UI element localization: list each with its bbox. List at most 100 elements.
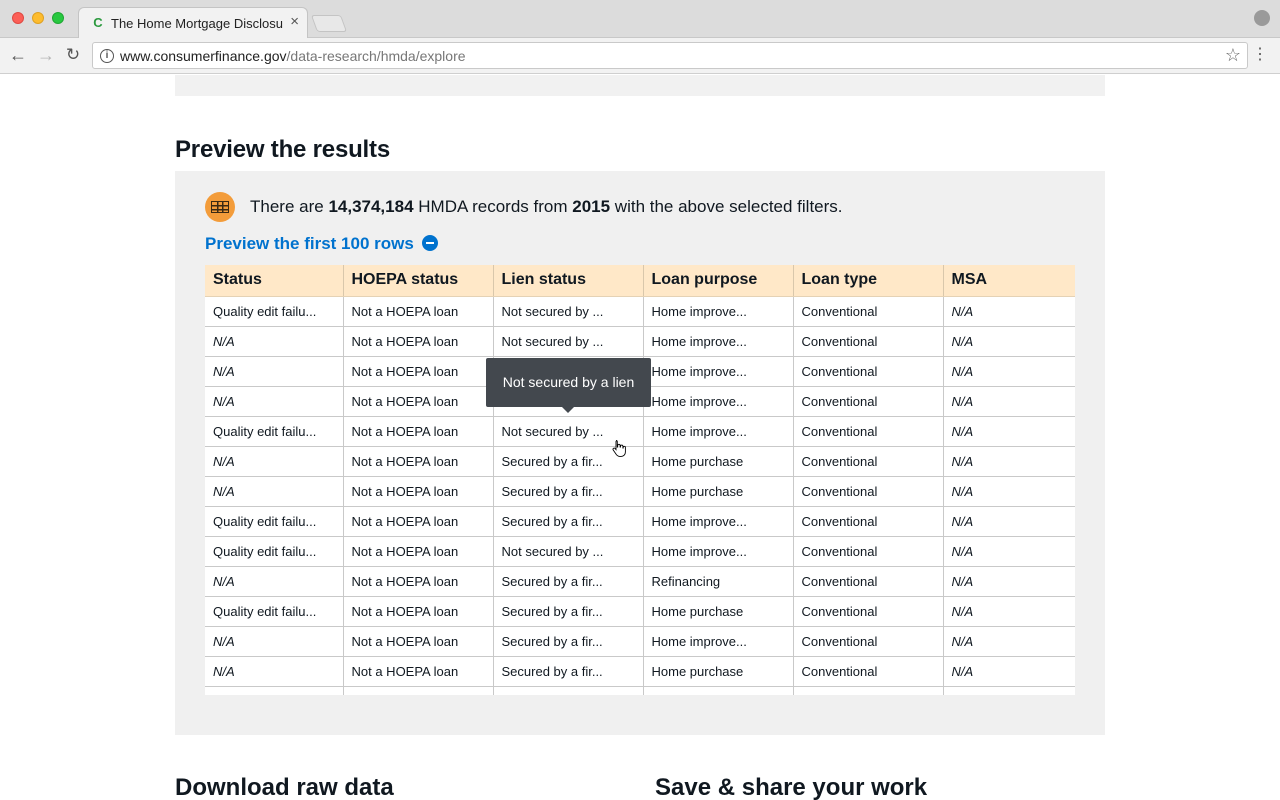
table-cell[interactable]: [343, 686, 494, 695]
table-cell[interactable]: Not a HOEPA loan: [343, 476, 494, 507]
table-cell[interactable]: Home improve...: [643, 386, 794, 417]
table-cell[interactable]: Quality edit failu...: [205, 536, 344, 567]
table-cell[interactable]: Not a HOEPA loan: [343, 566, 494, 597]
table-cell[interactable]: [205, 686, 344, 695]
table-cell[interactable]: Secured by a fir...: [493, 506, 644, 537]
table-cell[interactable]: Not a HOEPA loan: [343, 446, 494, 477]
table-cell[interactable]: Not secured by ...: [493, 296, 644, 327]
table-cell[interactable]: N/A: [943, 506, 1075, 537]
table-cell[interactable]: Quality edit failu...: [205, 596, 344, 627]
table-cell[interactable]: N/A: [943, 566, 1075, 597]
record-year: 2015: [572, 197, 611, 216]
table-cell[interactable]: N/A: [205, 566, 344, 597]
table-cell[interactable]: Not a HOEPA loan: [343, 296, 494, 327]
column-header: Loan purpose: [643, 265, 794, 297]
maximize-window-button[interactable]: [52, 12, 64, 24]
table-cell[interactable]: Home improve...: [643, 536, 794, 567]
table-cell[interactable]: Conventional: [793, 566, 944, 597]
table-cell[interactable]: Not a HOEPA loan: [343, 506, 494, 537]
table-cell[interactable]: Home improve...: [643, 326, 794, 357]
site-info-icon[interactable]: i: [100, 49, 114, 63]
browser-tab[interactable]: C The Home Mortgage Disclosure Act | Con…: [78, 7, 308, 38]
table-cell[interactable]: Home purchase: [643, 446, 794, 477]
table-cell[interactable]: [793, 686, 944, 695]
table-cell[interactable]: Home improve...: [643, 416, 794, 447]
table-cell[interactable]: N/A: [205, 386, 344, 417]
table-cell[interactable]: Conventional: [793, 536, 944, 567]
tab-close-icon[interactable]: ×: [290, 14, 299, 30]
table-cell[interactable]: [643, 686, 794, 695]
table-cell[interactable]: Refinancing: [643, 566, 794, 597]
close-window-button[interactable]: [12, 12, 24, 24]
table-cell[interactable]: N/A: [943, 446, 1075, 477]
new-tab-button[interactable]: [310, 15, 348, 32]
table-cell[interactable]: Home purchase: [643, 476, 794, 507]
table-cell[interactable]: Quality edit failu...: [205, 296, 344, 327]
table-cell[interactable]: Conventional: [793, 656, 944, 687]
table-cell[interactable]: N/A: [205, 326, 344, 357]
table-row: N/A Not a HOEPA loan Secured by a fir... Ho…: [205, 476, 1075, 507]
table-cell[interactable]: Home improve...: [643, 296, 794, 327]
table-cell[interactable]: Quality edit failu...: [205, 506, 344, 537]
table-cell[interactable]: Secured by a fir...: [493, 476, 644, 507]
profile-icon[interactable]: [1254, 10, 1270, 26]
address-bar[interactable]: i www.consumerfinance.gov/data-research/…: [92, 42, 1248, 69]
table-cell[interactable]: [493, 686, 644, 695]
table-cell[interactable]: Conventional: [793, 626, 944, 657]
preview-table-container[interactable]: Status HOEPA status Lien status Loan purpos…: [205, 265, 1075, 695]
table-cell[interactable]: Conventional: [793, 506, 944, 537]
table-cell[interactable]: [943, 686, 1075, 695]
table-cell[interactable]: Conventional: [793, 296, 944, 327]
table-cell[interactable]: N/A: [205, 626, 344, 657]
table-cell[interactable]: Not secured by ...: [493, 536, 644, 567]
bookmark-star-icon[interactable]: ☆: [1225, 45, 1241, 65]
table-cell[interactable]: N/A: [943, 386, 1075, 417]
table-cell[interactable]: Home improve...: [643, 626, 794, 657]
table-cell[interactable]: N/A: [943, 476, 1075, 507]
table-cell[interactable]: Conventional: [793, 416, 944, 447]
table-cell[interactable]: N/A: [943, 356, 1075, 387]
browser-menu-icon[interactable]: ⋮: [1252, 46, 1268, 64]
table-cell[interactable]: Secured by a fir...: [493, 656, 644, 687]
url-text[interactable]: www.consumerfinance.gov/data-research/hm…: [120, 48, 466, 64]
table-cell[interactable]: Not secured by ...: [493, 326, 644, 357]
table-cell[interactable]: Not a HOEPA loan: [343, 386, 494, 417]
table-cell[interactable]: Conventional: [793, 596, 944, 627]
table-cell[interactable]: N/A: [943, 326, 1075, 357]
table-cell[interactable]: N/A: [943, 416, 1075, 447]
table-cell[interactable]: Not a HOEPA loan: [343, 536, 494, 567]
table-cell[interactable]: N/A: [943, 296, 1075, 327]
back-arrow-icon[interactable]: ←: [8, 45, 28, 65]
table-cell[interactable]: Conventional: [793, 446, 944, 477]
table-cell[interactable]: Not a HOEPA loan: [343, 596, 494, 627]
table-cell[interactable]: Secured by a fir...: [493, 596, 644, 627]
preview-rows-toggle[interactable]: Preview the first 100 rows: [205, 234, 438, 254]
table-cell[interactable]: Not a HOEPA loan: [343, 626, 494, 657]
table-cell[interactable]: N/A: [943, 626, 1075, 657]
table-cell[interactable]: N/A: [205, 356, 344, 387]
reload-icon[interactable]: ↻: [63, 45, 83, 65]
table-cell[interactable]: Home improve...: [643, 506, 794, 537]
table-cell[interactable]: Conventional: [793, 386, 944, 417]
table-cell[interactable]: N/A: [205, 476, 344, 507]
table-cell[interactable]: Conventional: [793, 476, 944, 507]
table-cell[interactable]: Home purchase: [643, 596, 794, 627]
forward-arrow-icon[interactable]: →: [36, 45, 56, 65]
table-cell[interactable]: Secured by a fir...: [493, 626, 644, 657]
table-cell[interactable]: Not a HOEPA loan: [343, 326, 494, 357]
table-cell[interactable]: Home improve...: [643, 356, 794, 387]
table-cell[interactable]: Quality edit failu...: [205, 416, 344, 447]
table-cell[interactable]: N/A: [943, 596, 1075, 627]
table-cell[interactable]: Not a HOEPA loan: [343, 356, 494, 387]
table-cell[interactable]: N/A: [943, 656, 1075, 687]
table-cell[interactable]: N/A: [205, 446, 344, 477]
table-cell[interactable]: Conventional: [793, 356, 944, 387]
table-cell[interactable]: Not a HOEPA loan: [343, 656, 494, 687]
table-cell[interactable]: N/A: [205, 656, 344, 687]
minimize-window-button[interactable]: [32, 12, 44, 24]
table-cell[interactable]: Conventional: [793, 326, 944, 357]
table-cell[interactable]: Not a HOEPA loan: [343, 416, 494, 447]
table-cell[interactable]: N/A: [943, 536, 1075, 567]
table-cell[interactable]: Secured by a fir...: [493, 566, 644, 597]
table-cell[interactable]: Home purchase: [643, 656, 794, 687]
